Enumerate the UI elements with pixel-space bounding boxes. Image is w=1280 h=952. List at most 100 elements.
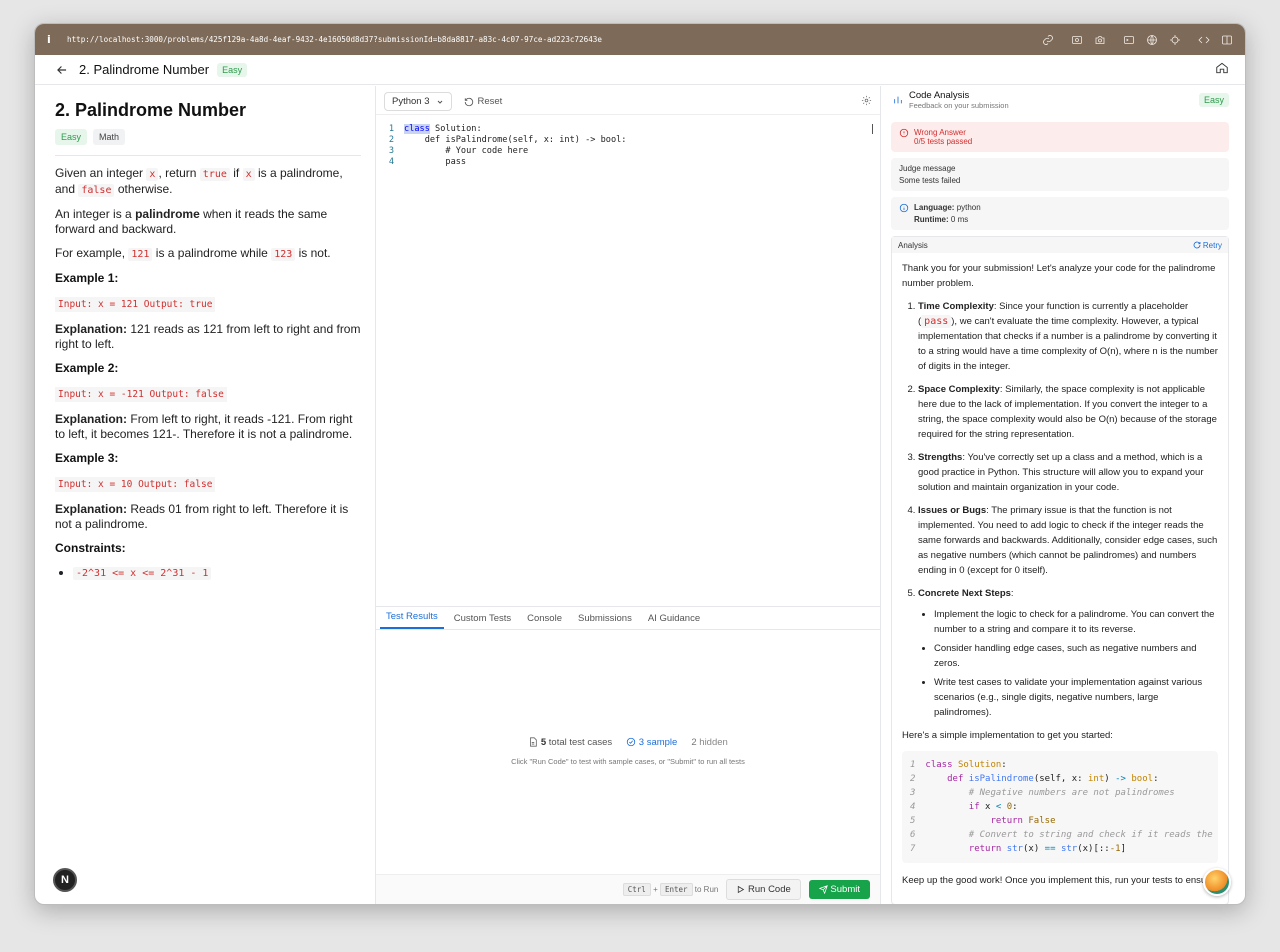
problem-panel: 2. Palindrome Number Easy Math Given an … bbox=[41, 86, 376, 904]
text: For example, bbox=[55, 246, 126, 260]
verdict-card: Wrong Answer 0/5 tests passed bbox=[891, 122, 1229, 152]
total-label: total test cases bbox=[548, 737, 613, 748]
submit-button[interactable]: Submit bbox=[808, 880, 870, 899]
submit-label: Submit bbox=[830, 884, 860, 895]
tab-console[interactable]: Console bbox=[521, 613, 568, 629]
line-number: 3 bbox=[388, 146, 394, 156]
app-header: 2. Palindrome Number Easy bbox=[35, 55, 1245, 85]
url-text[interactable]: http://localhost:3000/problems/425f129a-… bbox=[67, 35, 1041, 44]
tab-custom-tests[interactable]: Custom Tests bbox=[448, 613, 517, 629]
palindrome-definition: An integer is a palindrome when it reads… bbox=[55, 207, 361, 237]
example-2-explanation: Explanation: From left to right, it read… bbox=[55, 412, 361, 442]
example-3-title: Example 3: bbox=[55, 451, 119, 465]
hidden-tests: 2 hidden bbox=[691, 737, 727, 748]
code-icon[interactable] bbox=[1197, 34, 1210, 45]
line-content: class Solution: bbox=[404, 124, 482, 135]
info-icon[interactable]: i bbox=[47, 33, 67, 46]
text: , return bbox=[158, 166, 197, 180]
tab-test-results[interactable]: Test Results bbox=[380, 611, 444, 629]
chevron-down-icon bbox=[437, 100, 442, 104]
analysis-title: Code Analysis bbox=[909, 90, 970, 101]
tab-ai-guidance[interactable]: AI Guidance bbox=[642, 613, 706, 629]
judge-text: Some tests failed bbox=[899, 176, 961, 185]
judge-label: Judge message bbox=[899, 164, 956, 173]
link-icon[interactable] bbox=[1041, 34, 1054, 45]
retry-button[interactable]: Retry bbox=[1193, 241, 1222, 250]
example-1-io: Input: x = 121 Output: true bbox=[55, 297, 216, 312]
point-text: ), we can't evaluate the time complexity… bbox=[918, 316, 1218, 372]
tab-submissions[interactable]: Submissions bbox=[572, 613, 638, 629]
camera-icon[interactable] bbox=[1093, 34, 1106, 45]
verdict: Wrong Answer bbox=[914, 128, 966, 137]
home-icon[interactable] bbox=[1215, 61, 1229, 78]
globe-icon[interactable] bbox=[1145, 34, 1158, 45]
language-label: Python 3 bbox=[392, 96, 430, 107]
next-steps-list: Implement the logic to check for a palin… bbox=[918, 607, 1218, 720]
browser-window: i http://localhost:3000/problems/425f129… bbox=[34, 23, 1246, 905]
example-1-title: Example 1: bbox=[55, 271, 119, 285]
file-icon bbox=[530, 737, 537, 748]
text: otherwise. bbox=[117, 182, 173, 196]
crosshair-icon[interactable] bbox=[1168, 34, 1181, 45]
play-icon bbox=[738, 885, 745, 894]
line-number: 1 bbox=[388, 124, 394, 134]
example-2-io: Input: x = -121 Output: false bbox=[55, 387, 227, 402]
send-icon bbox=[818, 885, 828, 894]
line-content: def isPalindrome(self, x: int) -> bool: bbox=[404, 135, 627, 145]
inline-code: false bbox=[78, 184, 115, 197]
line-number: 2 bbox=[910, 774, 916, 784]
next-dev-badge[interactable]: N bbox=[53, 868, 77, 892]
keyword: class bbox=[404, 124, 430, 134]
check-circle-icon bbox=[626, 738, 636, 747]
language-select[interactable]: Python 3 bbox=[384, 92, 452, 111]
analysis-subtitle: Feedback on your submission bbox=[909, 101, 1009, 110]
inline-code: x bbox=[242, 168, 255, 181]
sample-tests: 3 sample bbox=[626, 737, 677, 748]
line-number: 1 bbox=[910, 760, 916, 770]
code-editor[interactable]: 1 class Solution: 2 def isPalindrome(self… bbox=[376, 124, 880, 604]
screenshot-icon[interactable] bbox=[1070, 34, 1083, 45]
inline-code: x bbox=[146, 168, 159, 181]
analysis-panel: Code Analysis Feedback on your submissio… bbox=[881, 86, 1239, 904]
example-3-io: Input: x = 10 Output: false bbox=[55, 477, 216, 492]
list-item: -2^31 <= x <= 2^31 - 1 bbox=[73, 565, 361, 580]
text: is not. bbox=[298, 246, 331, 260]
editor-toolbar: Python 3 Reset bbox=[376, 89, 880, 115]
list-item: Time Complexity: Since your function is … bbox=[918, 299, 1218, 374]
line-number: 4 bbox=[910, 802, 916, 812]
refresh-icon bbox=[1193, 242, 1201, 249]
header-title: 2. Palindrome Number bbox=[79, 62, 210, 77]
sample-label: 3 sample bbox=[638, 737, 678, 748]
info-circle-icon bbox=[899, 203, 909, 213]
inline-code: pass bbox=[921, 315, 952, 328]
header-difficulty-badge: Easy bbox=[217, 62, 248, 77]
sidebar-icon[interactable] bbox=[1220, 34, 1233, 45]
point-title: Strengths bbox=[918, 452, 963, 463]
text: is a palindrome while bbox=[155, 246, 268, 260]
inline-code: 121 bbox=[128, 248, 153, 261]
shortcut-hint: Ctrl + Enter to Run bbox=[622, 883, 718, 896]
runtime-value: 0 ms bbox=[950, 215, 969, 224]
analysis-section-title: Analysis bbox=[898, 240, 928, 250]
line-number: 6 bbox=[910, 830, 916, 840]
line-content: # Your code here bbox=[404, 146, 529, 156]
terminal-icon[interactable] bbox=[1122, 34, 1135, 45]
line-content: pass bbox=[404, 157, 467, 167]
gear-icon[interactable] bbox=[861, 94, 872, 109]
inline-code: -2^31 <= x <= 2^31 - 1 bbox=[73, 567, 212, 580]
judge-card: Judge message Some tests failed bbox=[891, 158, 1229, 191]
back-arrow-icon[interactable] bbox=[55, 63, 69, 77]
analysis-intro: Thank you for your submission! Let's ana… bbox=[902, 263, 1216, 289]
bold-text: Explanation: bbox=[55, 502, 128, 516]
url-bar: i http://localhost:3000/problems/425f129… bbox=[35, 24, 1245, 55]
example-1-explanation: Explanation: 121 reads as 121 from left … bbox=[55, 322, 361, 352]
point-title: Concrete Next Steps bbox=[918, 588, 1011, 599]
run-hint: Click "Run Code" to test with sample cas… bbox=[511, 757, 745, 766]
text: Given an integer bbox=[55, 166, 144, 180]
constraints-title: Constraints: bbox=[55, 541, 126, 555]
inline-code: 123 bbox=[271, 248, 296, 261]
assistant-avatar[interactable] bbox=[1203, 868, 1231, 896]
reset-button[interactable]: Reset bbox=[464, 96, 502, 107]
point-text: : bbox=[1010, 588, 1014, 599]
run-code-button[interactable]: Run Code bbox=[726, 879, 801, 900]
